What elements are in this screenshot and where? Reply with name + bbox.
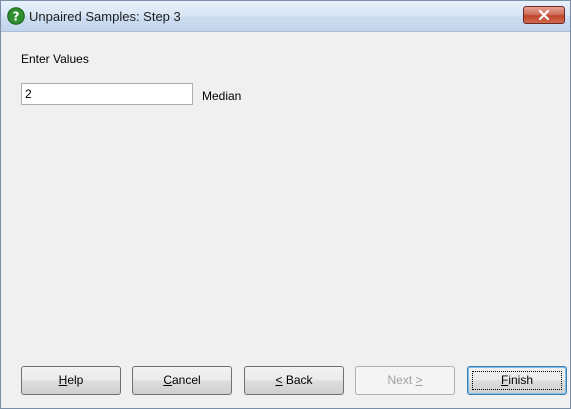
dialog-window: ? Unpaired Samples: Step 3 Enter Values … [0, 0, 571, 409]
finish-button[interactable]: Finish [467, 366, 567, 395]
help-button[interactable]: Help [21, 366, 121, 395]
cancel-button[interactable]: Cancel [132, 366, 232, 395]
median-label: Median [202, 89, 242, 103]
section-label: Enter Values [21, 52, 89, 66]
svg-text:?: ? [13, 10, 20, 24]
median-value-input[interactable] [21, 83, 193, 105]
window-title: Unpaired Samples: Step 3 [29, 9, 181, 24]
help-question-icon: ? [7, 7, 25, 25]
close-icon [538, 10, 550, 20]
back-button[interactable]: < Back [244, 366, 344, 395]
close-button[interactable] [523, 6, 565, 24]
title-bar[interactable]: ? Unpaired Samples: Step 3 [1, 1, 570, 32]
next-button[interactable]: Next > [355, 366, 455, 395]
